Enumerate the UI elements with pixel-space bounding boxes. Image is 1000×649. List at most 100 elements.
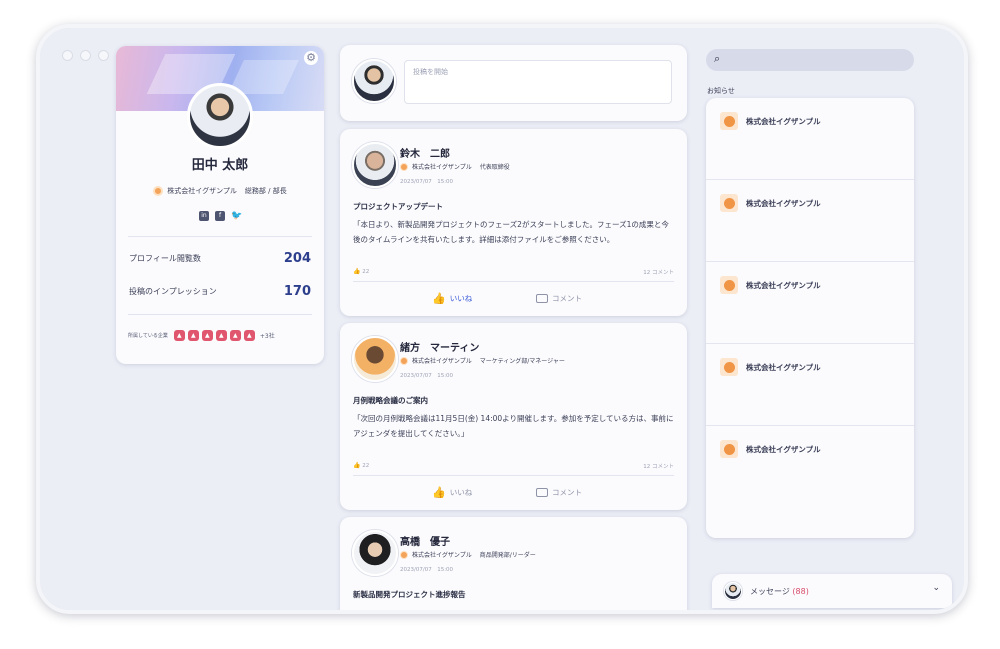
stat-impressions[interactable]: 投稿のインプレッション 170 (129, 284, 311, 299)
post-title: プロジェクトアップデート (353, 202, 443, 211)
post-author-meta: 株式会社イグザンプル 代表取締役 (400, 162, 510, 171)
notice-title: 株式会社イグザンプル (746, 363, 821, 372)
feed-post: 鈴木 二郎 株式会社イグザンプル 代表取締役 2023/07/07 15:00 … (340, 129, 687, 316)
window-control-maximize[interactable] (98, 50, 109, 61)
stat-value: 170 (283, 284, 311, 299)
company-logo-icon (720, 194, 738, 212)
notice-item[interactable]: 株式会社イグザンプル (706, 180, 914, 262)
divider (128, 314, 312, 315)
comment-icon (536, 294, 548, 303)
post-author-avatar[interactable] (352, 336, 398, 382)
post-author-company: 株式会社イグザンプル (412, 164, 472, 171)
notice-item[interactable]: 株式会社イグザンプル (706, 262, 914, 344)
post-comment-count[interactable]: 12 コメント (643, 268, 674, 276)
post-author-role: 代表取締役 (479, 164, 510, 171)
notice-title: 株式会社イグザンプル (746, 281, 821, 290)
social-links: in f 🐦 (116, 211, 324, 221)
comment-button[interactable]: コメント (536, 293, 582, 304)
device-frame: ⚙ 田中 太郎 株式会社イグザンプル 総務部 / 部長 in f 🐦 プロフィー… (36, 24, 968, 614)
company-logo-icon (720, 440, 738, 458)
search-icon: ⌕ (714, 52, 721, 65)
company-badge-icon[interactable]: ▲ (243, 330, 255, 341)
company-logo-icon (720, 276, 738, 294)
messages-bar[interactable]: メッセージ (88) ⌄ (712, 574, 952, 608)
company-logo-icon (400, 162, 408, 171)
notice-title: 株式会社イグザンプル (746, 117, 821, 126)
gear-icon[interactable]: ⚙ (304, 51, 318, 65)
messages-text: メッセージ (750, 587, 790, 596)
post-author-name[interactable]: 緒方 マーティン (400, 339, 479, 354)
like-count-value: 22 (362, 269, 370, 275)
company-logo-icon (720, 112, 738, 130)
window-control-minimize[interactable] (80, 50, 91, 61)
notice-item[interactable]: 株式会社イグザンプル (706, 344, 914, 426)
comment-button-label: コメント (552, 294, 582, 303)
post-author-meta: 株式会社イグザンプル 商品開発部/リーダー (400, 550, 536, 559)
comment-button[interactable]: コメント (536, 487, 582, 498)
search-input[interactable]: ⌕ (706, 49, 914, 71)
company-logo-icon (720, 358, 738, 376)
profile-company: 株式会社イグザンプル (167, 187, 237, 195)
linkedin-icon[interactable]: in (199, 211, 209, 221)
company-logo-icon (400, 550, 408, 559)
notice-item[interactable]: 株式会社イグザンプル (706, 98, 914, 180)
post-date: 2023/07/07 15:00 (400, 567, 454, 573)
like-count-value: 22 (362, 463, 370, 469)
post-input[interactable]: 投稿を開始 (404, 60, 672, 104)
post-date: 2023/07/07 15:00 (400, 179, 454, 185)
affiliated-companies: 所属している企業 ▲ ▲ ▲ ▲ ▲ ▲ +3社 (128, 330, 275, 341)
profile-avatar[interactable] (187, 83, 253, 149)
divider (353, 281, 674, 282)
company-logo-icon (400, 356, 408, 365)
post-author-meta: 株式会社イグザンプル マーケティング部/マネージャー (400, 356, 565, 365)
company-badge-icon[interactable]: ▲ (229, 330, 241, 341)
company-badge-icon[interactable]: ▲ (173, 330, 185, 341)
post-author-name[interactable]: 高橋 優子 (400, 533, 450, 548)
like-button[interactable]: 👍 いいね (432, 293, 472, 304)
notices-panel: 株式会社イグザンプル 株式会社イグザンプル 株式会社イグザンプル 株式会社イグザ… (706, 98, 914, 538)
thumbs-up-icon: 👍 (432, 485, 446, 499)
feed-post: 高橋 優子 株式会社イグザンプル 商品開発部/リーダー 2023/07/07 1… (340, 517, 687, 610)
post-author-role: 商品開発部/リーダー (479, 552, 536, 559)
messages-count: (88) (792, 587, 809, 596)
chevron-down-icon[interactable]: ⌄ (932, 583, 940, 593)
stat-label: 投稿のインプレッション (129, 287, 217, 296)
twitter-icon[interactable]: 🐦 (231, 211, 242, 221)
company-badge-icon[interactable]: ▲ (215, 330, 227, 341)
notices-heading: お知らせ (707, 87, 735, 95)
profile-card: ⚙ 田中 太郎 株式会社イグザンプル 総務部 / 部長 in f 🐦 プロフィー… (116, 46, 324, 364)
divider (353, 475, 674, 476)
stat-value: 204 (283, 251, 311, 266)
company-badge-icon[interactable]: ▲ (201, 330, 213, 341)
thumbs-up-icon: 👍 (353, 462, 361, 469)
post-author-avatar[interactable] (352, 530, 398, 576)
company-badge-icon[interactable]: ▲ (187, 330, 199, 341)
profile-name: 田中 太郎 (191, 158, 249, 173)
affiliated-more[interactable]: +3社 (260, 331, 275, 340)
post-composer: 投稿を開始 (340, 45, 687, 121)
profile-company-line: 株式会社イグザンプル 総務部 / 部長 (116, 186, 324, 196)
like-button-label: いいね (449, 488, 473, 497)
notice-title: 株式会社イグザンプル (746, 199, 821, 208)
like-button[interactable]: 👍 いいね (432, 487, 472, 498)
company-logo-icon (153, 186, 164, 196)
post-author-name[interactable]: 鈴木 二郎 (400, 145, 450, 160)
post-body: 「本日より、新製品開発プロジェクトのフェーズ2がスタートしました。フェーズ1の成… (353, 220, 669, 244)
facebook-icon[interactable]: f (215, 211, 225, 221)
app-screen: ⚙ 田中 太郎 株式会社イグザンプル 総務部 / 部長 in f 🐦 プロフィー… (40, 28, 964, 610)
post-title: 月例戦略会議のご案内 (353, 396, 428, 405)
stat-profile-views[interactable]: プロフィール閲覧数 204 (129, 251, 311, 266)
post-comment-count[interactable]: 12 コメント (643, 462, 674, 470)
window-control-close[interactable] (62, 50, 73, 61)
window-controls (62, 50, 109, 61)
messages-label: メッセージ (88) (750, 586, 809, 597)
post-author-company: 株式会社イグザンプル (412, 358, 472, 365)
post-author-role: マーケティング部/マネージャー (479, 358, 565, 365)
like-button-label: いいね (449, 294, 473, 303)
notice-item[interactable]: 株式会社イグザンプル (706, 426, 914, 508)
thumbs-up-icon: 👍 (353, 268, 361, 275)
affiliated-label: 所属している企業 (128, 333, 168, 339)
post-author-avatar[interactable] (352, 142, 398, 188)
stat-label: プロフィール閲覧数 (129, 254, 201, 263)
divider (128, 236, 312, 237)
